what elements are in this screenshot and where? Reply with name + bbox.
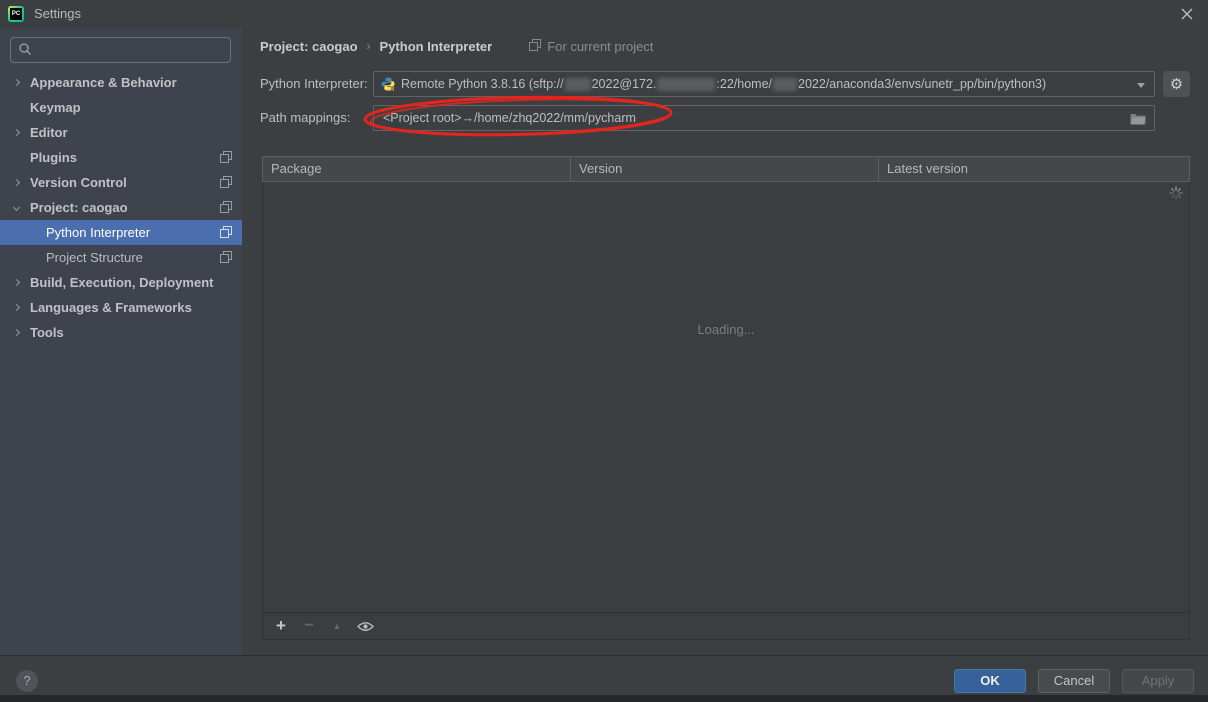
window-title: Settings bbox=[34, 6, 81, 21]
packages-table-body: Loading... bbox=[262, 182, 1190, 612]
packages-table: Package Version Latest version Loading..… bbox=[262, 156, 1190, 640]
chevron-right-icon bbox=[12, 303, 30, 312]
remove-package-icon[interactable]: − bbox=[301, 618, 317, 634]
breadcrumb-separator: › bbox=[366, 39, 371, 53]
breadcrumb-project: Project: caogao bbox=[260, 38, 358, 54]
chevron-right-icon bbox=[12, 178, 30, 187]
svg-text:R: R bbox=[390, 87, 395, 91]
window-bottom-edge bbox=[0, 695, 1208, 702]
path-mappings-value: <Project root>→/home/zhq2022/mm/pycharm bbox=[383, 111, 636, 125]
redacted-text bbox=[564, 78, 591, 92]
search-input[interactable] bbox=[10, 37, 231, 63]
interpreter-label: Python Interpreter: bbox=[260, 76, 368, 91]
sidebar-item-label: Keymap bbox=[30, 100, 81, 115]
sidebar-item-label: Tools bbox=[30, 325, 64, 340]
chevron-right-icon bbox=[12, 328, 30, 337]
sidebar-item-appearance-behavior[interactable]: Appearance & Behavior bbox=[0, 70, 242, 95]
sidebar-item-label: Project: caogao bbox=[30, 200, 128, 215]
project-scope-icon bbox=[220, 201, 232, 213]
breadcrumb: Project: caogao › Python Interpreter For… bbox=[260, 36, 653, 56]
sidebar-item-label: Project Structure bbox=[46, 250, 143, 265]
sidebar-item-editor[interactable]: Editor bbox=[0, 120, 242, 145]
sidebar-item-keymap[interactable]: Keymap bbox=[0, 95, 242, 120]
browse-folder-icon[interactable] bbox=[1130, 113, 1146, 128]
sidebar-item-tools[interactable]: Tools bbox=[0, 320, 242, 345]
close-icon[interactable] bbox=[1178, 5, 1196, 23]
redacted-text bbox=[657, 78, 716, 92]
project-scope-icon bbox=[220, 176, 232, 188]
help-button[interactable]: ? bbox=[16, 670, 38, 692]
cancel-button[interactable]: Cancel bbox=[1038, 669, 1110, 693]
dialog-footer: ? OK Cancel Apply bbox=[0, 655, 1208, 695]
sidebar-item-label: Build, Execution, Deployment bbox=[30, 275, 214, 290]
path-mappings-label: Path mappings: bbox=[260, 110, 351, 125]
interpreter-value: Remote Python 3.8.16 (sftp://2022@172.:2… bbox=[401, 76, 1047, 92]
pycharm-logo-icon: PC bbox=[8, 6, 24, 22]
python-interpreter-panel: Project: caogao › Python Interpreter For… bbox=[242, 28, 1208, 655]
sidebar-item-label: Python Interpreter bbox=[46, 225, 151, 240]
project-scope-icon bbox=[529, 38, 542, 54]
path-mappings-field[interactable]: <Project root>→/home/zhq2022/mm/pycharm bbox=[373, 105, 1155, 131]
sidebar-item-version-control[interactable]: Version Control bbox=[0, 170, 242, 195]
packages-table-header: Package Version Latest version bbox=[262, 156, 1190, 182]
title-bar: PC Settings bbox=[0, 0, 1208, 28]
project-scope-icon bbox=[220, 226, 232, 238]
interpreter-dropdown[interactable]: R Remote Python 3.8.16 (sftp://2022@172.… bbox=[373, 71, 1155, 97]
remote-python-icon: R bbox=[381, 77, 395, 93]
chevron-down-icon bbox=[12, 203, 30, 212]
apply-button[interactable]: Apply bbox=[1122, 669, 1194, 693]
chevron-right-icon bbox=[12, 78, 30, 87]
column-header-package[interactable]: Package bbox=[263, 157, 571, 181]
scope-indicator: For current project bbox=[529, 38, 654, 54]
packages-toolbar: + − ▲ bbox=[262, 612, 1190, 640]
sidebar-item-python-interpreter[interactable]: Python Interpreter bbox=[0, 220, 242, 245]
sidebar-item-label: Version Control bbox=[30, 175, 127, 190]
search-icon bbox=[18, 42, 32, 59]
breadcrumb-page: Python Interpreter bbox=[379, 38, 493, 54]
loading-status: Loading... bbox=[697, 322, 755, 337]
gear-icon[interactable]: ⚙ bbox=[1163, 71, 1190, 97]
add-package-icon[interactable]: + bbox=[273, 617, 289, 634]
sidebar-item-label: Languages & Frameworks bbox=[30, 300, 192, 315]
loading-spinner-icon bbox=[1169, 186, 1183, 203]
sidebar-item-label: Appearance & Behavior bbox=[30, 75, 177, 90]
ok-button[interactable]: OK bbox=[954, 669, 1026, 693]
project-scope-icon bbox=[220, 151, 232, 163]
sidebar-item-plugins[interactable]: Plugins bbox=[0, 145, 242, 170]
column-header-latest-version[interactable]: Latest version bbox=[879, 157, 1189, 181]
sidebar-item-project-structure[interactable]: Project Structure bbox=[0, 245, 242, 270]
settings-sidebar: Appearance & Behavior Keymap Editor Plug… bbox=[0, 28, 242, 655]
chevron-right-icon bbox=[12, 278, 30, 287]
sidebar-item-languages-frameworks[interactable]: Languages & Frameworks bbox=[0, 295, 242, 320]
settings-dialog: PC Settings Appearance & Behavior Keymap… bbox=[0, 0, 1208, 702]
chevron-right-icon bbox=[12, 128, 30, 137]
project-scope-icon bbox=[220, 251, 232, 263]
dropdown-arrow-icon bbox=[1137, 83, 1145, 88]
upgrade-package-icon[interactable]: ▲ bbox=[329, 621, 345, 631]
show-early-releases-icon[interactable] bbox=[357, 617, 374, 635]
redacted-text bbox=[773, 78, 798, 92]
sidebar-item-project-caogao[interactable]: Project: caogao bbox=[0, 195, 242, 220]
sidebar-item-label: Editor bbox=[30, 125, 68, 140]
scope-label: For current project bbox=[547, 38, 654, 54]
sidebar-item-build-execution-deployment[interactable]: Build, Execution, Deployment bbox=[0, 270, 242, 295]
sidebar-item-label: Plugins bbox=[30, 150, 77, 165]
column-header-version[interactable]: Version bbox=[571, 157, 879, 181]
